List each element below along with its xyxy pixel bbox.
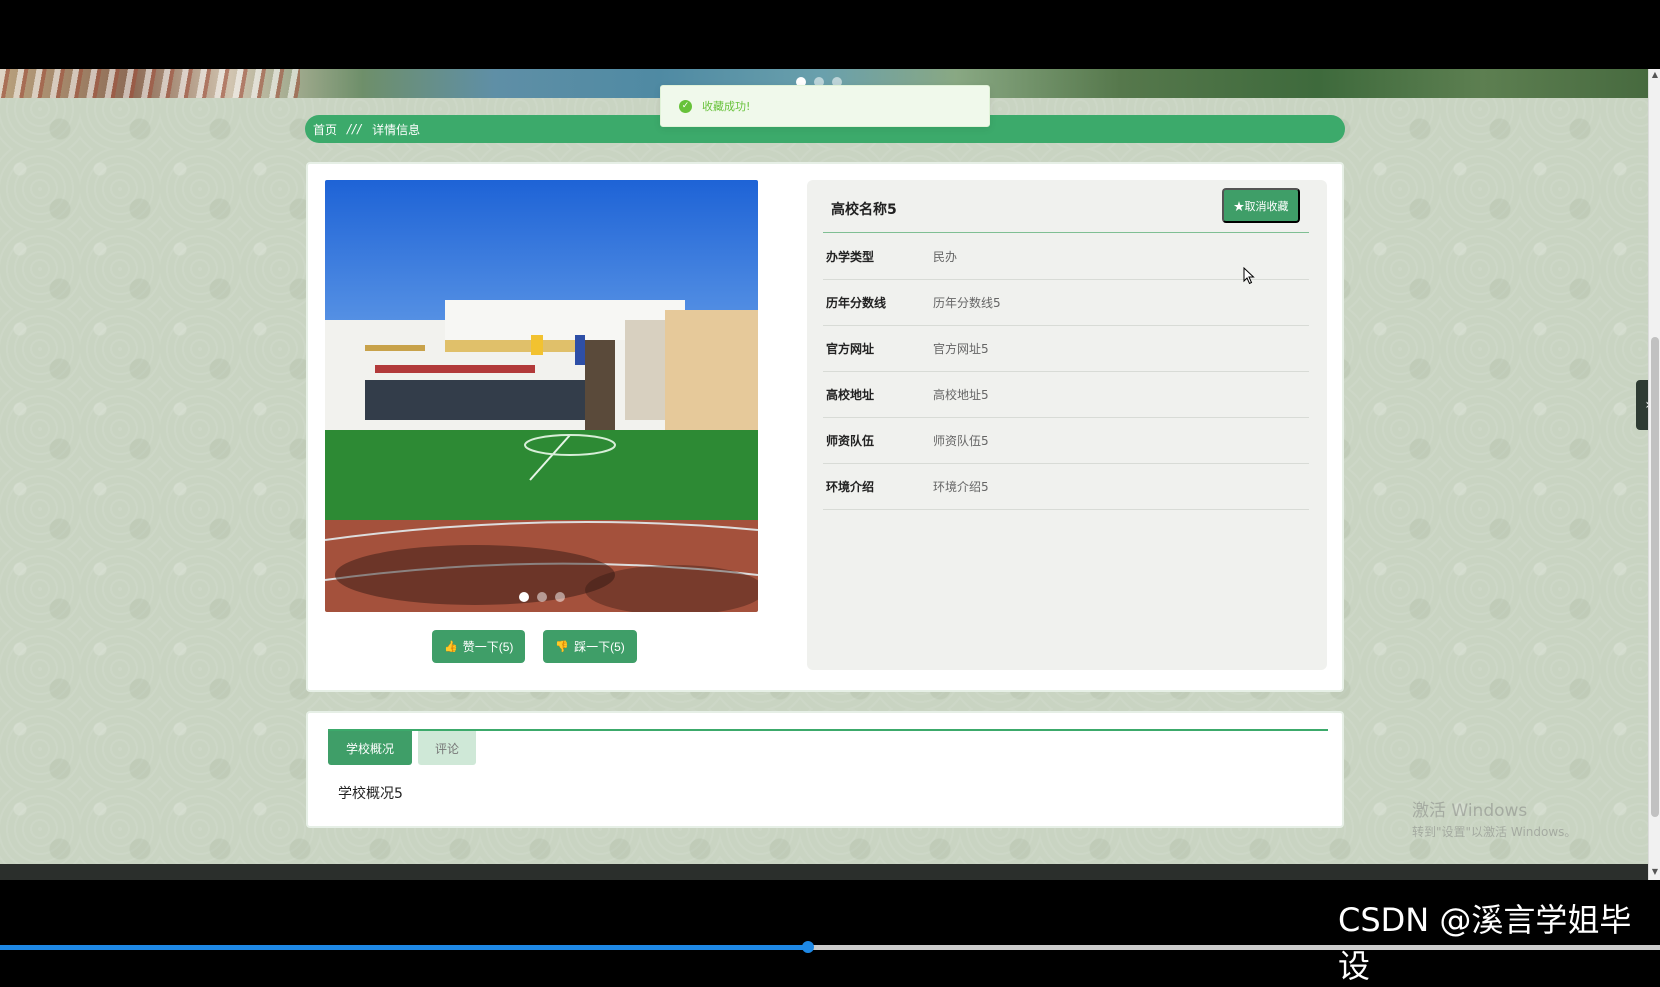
info-label: 历年分数线 — [826, 296, 887, 310]
school-name-title: 高校名称5 — [831, 202, 897, 218]
like-button-label: 赞一下(5) — [462, 640, 514, 654]
info-value: 师资队伍5 — [933, 434, 989, 448]
detail-card: 👍 赞一下(5) 👎 踩一下(5) 高校名称5 ★取消收藏 办学类型 民办 历年… — [306, 162, 1344, 692]
unfavorite-button[interactable]: ★取消收藏 — [1222, 188, 1300, 223]
mouse-cursor-icon — [1243, 267, 1255, 285]
info-label: 师资队伍 — [826, 434, 875, 448]
info-row-environment: 环境介绍 环境介绍5 — [823, 464, 1309, 510]
scroll-down-arrow-icon[interactable]: ▼ — [1651, 868, 1659, 876]
info-label: 官方网址 — [826, 342, 875, 356]
banner-image — [0, 69, 300, 98]
photo-dot-2[interactable] — [536, 592, 547, 602]
thumbs-up-icon: 👍 — [444, 641, 458, 653]
vote-buttons: 👍 赞一下(5) 👎 踩一下(5) — [432, 630, 637, 663]
video-progress-bar[interactable] — [0, 945, 1660, 950]
vertical-scrollbar[interactable]: ▲ ▼ — [1648, 69, 1660, 880]
csdn-watermark: CSDN @溪言学姐毕设 — [1338, 901, 1632, 985]
video-progress-fill — [0, 945, 809, 950]
info-label: 办学类型 — [826, 250, 875, 264]
scroll-up-arrow-icon[interactable]: ▲ — [1651, 71, 1659, 79]
info-value: 民办 — [933, 250, 958, 264]
page-footer — [0, 864, 1648, 880]
info-row-faculty: 师资队伍 师资队伍5 — [823, 418, 1309, 464]
toast-message: 收藏成功! — [702, 100, 751, 113]
info-value: 官方网址5 — [933, 342, 989, 356]
check-circle-icon: ✓ — [679, 99, 692, 113]
info-row-address: 高校地址 高校地址5 — [823, 372, 1309, 418]
breadcrumb-current: 详情信息 — [372, 122, 421, 137]
school-photo — [325, 180, 758, 612]
info-row-school-type: 办学类型 民办 — [823, 234, 1309, 280]
photo-dot-3[interactable] — [554, 592, 565, 602]
photo-dot-1[interactable] — [518, 592, 529, 602]
breadcrumb-home-link[interactable]: 首页 — [313, 121, 337, 138]
breadcrumb-separator: /// — [347, 122, 363, 136]
tab-school-overview[interactable]: 学校概况 — [328, 731, 412, 765]
browser-viewport: 首页 /// 详情信息 👍 赞一下(5) 👎 踩一下(5) 高校名称5 ★取消收… — [0, 69, 1648, 880]
dislike-button[interactable]: 👎 踩一下(5) — [543, 630, 637, 663]
info-label: 环境介绍 — [826, 480, 875, 494]
info-value: 高校地址5 — [933, 388, 989, 402]
tabs-card: 学校概况 评论 学校概况5 — [306, 711, 1344, 828]
info-label: 高校地址 — [826, 388, 875, 402]
info-panel: 高校名称5 ★取消收藏 办学类型 民办 历年分数线 历年分数线5 官方网址 官方… — [807, 180, 1327, 670]
info-value: 历年分数线5 — [933, 296, 1001, 310]
video-letterbox-top — [0, 0, 1660, 69]
photo-indicator — [325, 592, 758, 602]
tab-content: 学校概况5 — [338, 786, 403, 802]
info-header: 高校名称5 ★取消收藏 — [823, 180, 1309, 233]
info-value: 环境介绍5 — [933, 480, 989, 494]
success-toast: ✓ 收藏成功! — [660, 85, 990, 127]
watermark-line-2: 转到"设置"以激活 Windows。 — [1412, 825, 1577, 839]
school-photo-carousel[interactable] — [325, 180, 758, 612]
dislike-button-label: 踩一下(5) — [574, 640, 625, 654]
watermark-line-1: 激活 Windows — [1412, 801, 1528, 821]
scrollbar-thumb[interactable] — [1651, 337, 1659, 817]
tab-comments[interactable]: 评论 — [418, 731, 476, 765]
info-row-website: 官方网址 官方网址5 — [823, 326, 1309, 372]
tabs-divider — [328, 729, 1328, 731]
windows-activation-watermark: 激活 Windows 转到"设置"以激活 Windows。 — [1412, 796, 1576, 840]
info-row-score-lines: 历年分数线 历年分数线5 — [823, 280, 1309, 326]
thumbs-down-icon: 👎 — [555, 641, 570, 653]
like-button[interactable]: 👍 赞一下(5) — [432, 630, 526, 663]
video-progress-knob[interactable] — [802, 941, 815, 953]
